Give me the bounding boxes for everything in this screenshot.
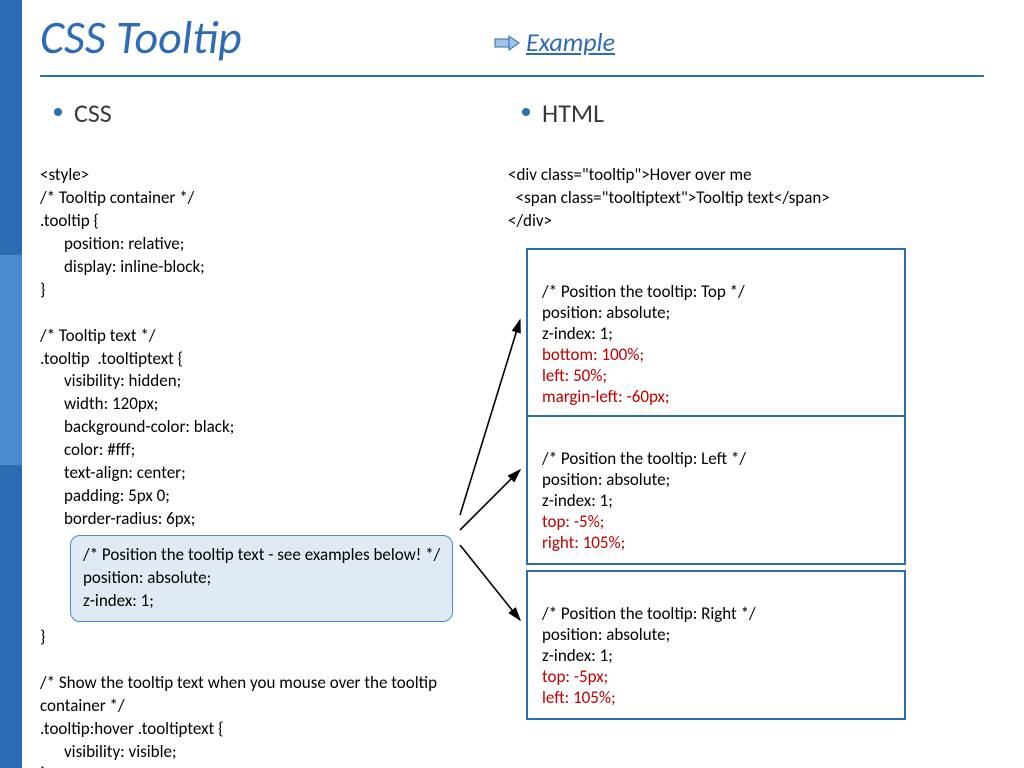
html-heading: HTML: [542, 96, 978, 131]
title-divider: [40, 75, 984, 77]
css-heading: CSS: [74, 96, 490, 131]
html-column: HTML <div class="tooltip">Hover over me …: [508, 96, 978, 233]
sidebar-accent: [0, 255, 22, 465]
page-title: CSS Tooltip: [40, 10, 242, 66]
slide: CSS Tooltip Example CSS <style> /* Toolt…: [0, 0, 1024, 768]
example-link[interactable]: Example: [526, 26, 615, 58]
tooltip-left-box: /* Position the tooltip: Left */ positio…: [526, 415, 906, 565]
arrow-right-icon: [494, 34, 520, 57]
tooltip-right-box: /* Position the tooltip: Right */ positi…: [526, 570, 906, 720]
css-code: <style> /* Tooltip container */ .tooltip…: [40, 141, 490, 768]
css-column: CSS <style> /* Tooltip container */ .too…: [40, 96, 490, 768]
html-code: <div class="tooltip">Hover over me <span…: [508, 141, 978, 233]
tooltip-top-box: /* Position the tooltip: Top */ position…: [526, 248, 906, 419]
position-callout: /* Position the tooltip text - see examp…: [70, 535, 453, 622]
